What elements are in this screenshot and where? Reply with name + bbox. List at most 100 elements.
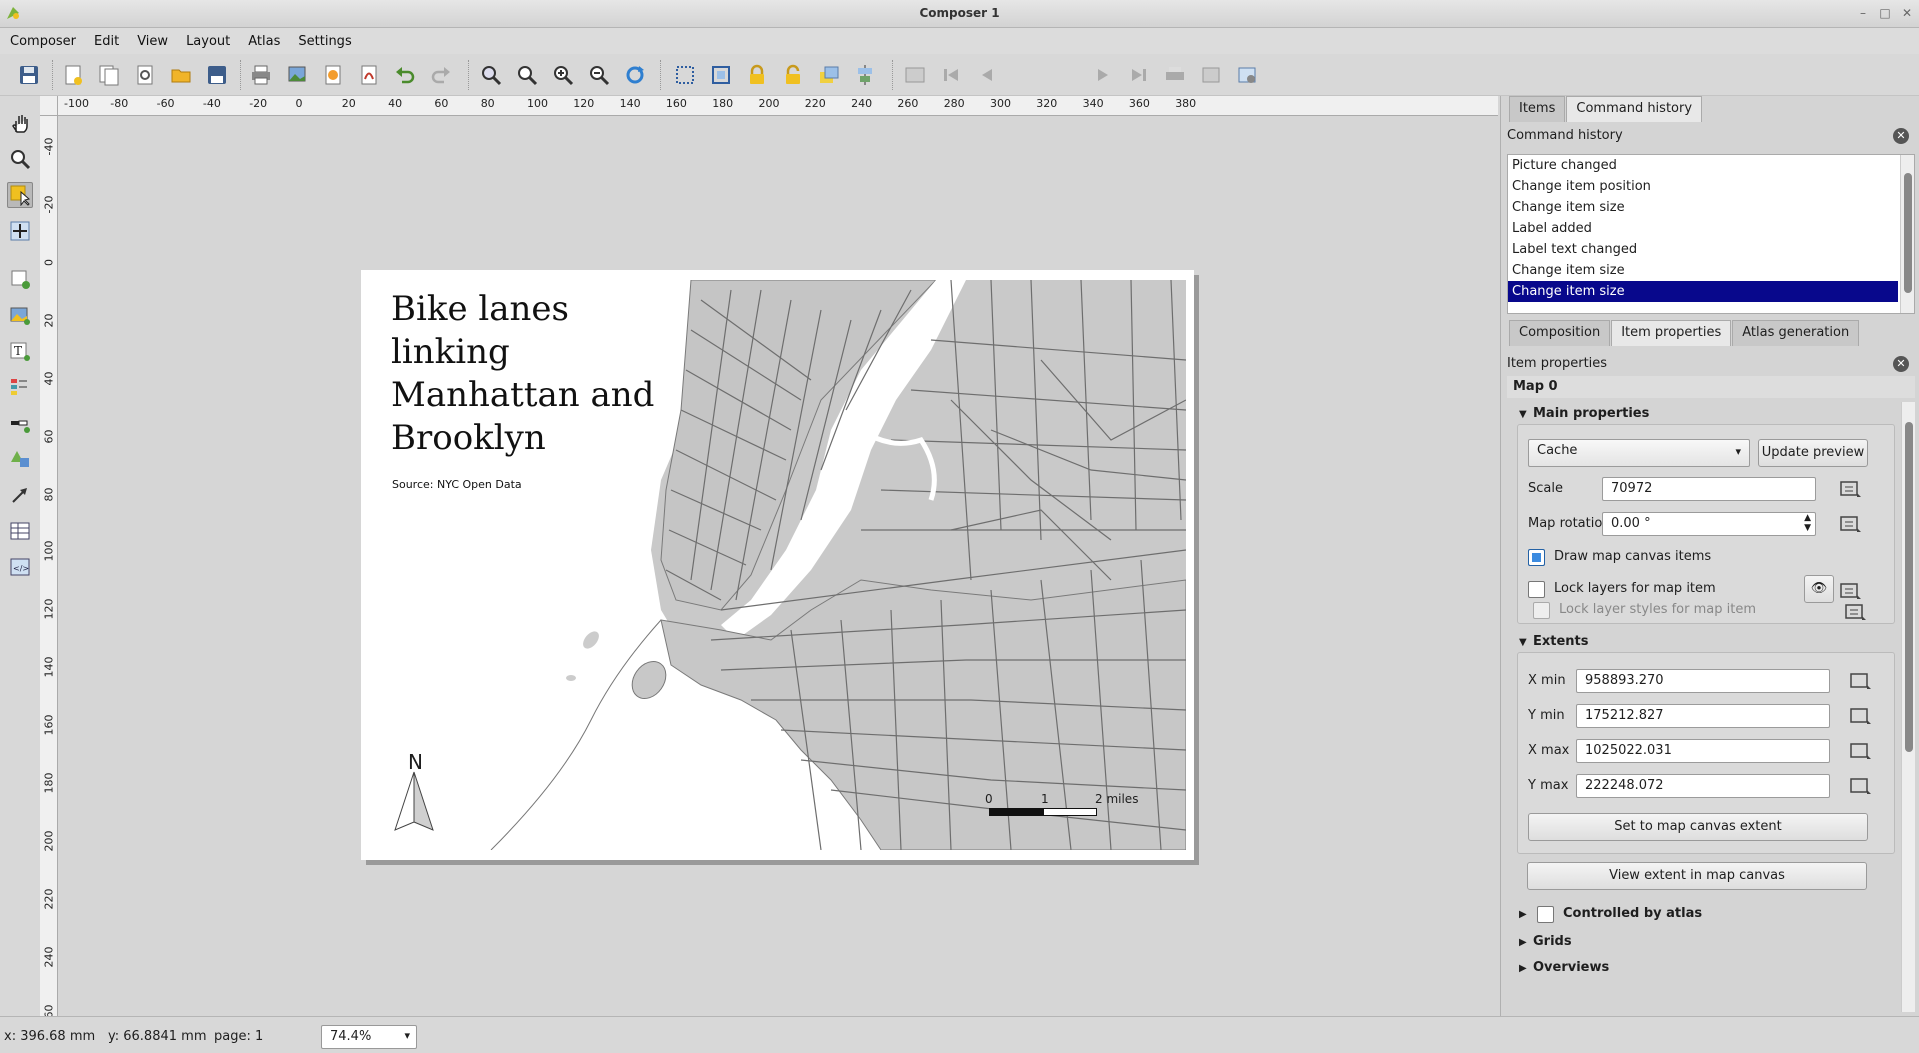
xmax-input[interactable]: 1025022.031 xyxy=(1576,739,1830,763)
add-scalebar-icon[interactable] xyxy=(7,410,33,436)
open-template-icon[interactable] xyxy=(168,62,194,88)
command-history-list[interactable]: Picture changed Change item position Chang… xyxy=(1507,154,1915,314)
minimize-icon[interactable]: – xyxy=(1855,6,1871,20)
scale-bar[interactable]: 0 1 2 miles xyxy=(985,792,1165,832)
view-extent-button[interactable]: View extent in map canvas xyxy=(1527,862,1867,890)
tab-command-history[interactable]: Command history xyxy=(1566,96,1703,122)
extents-header[interactable]: ▼ Extents xyxy=(1519,634,1589,649)
map-title[interactable]: Bike lanes linking Manhattan and Brookly… xyxy=(391,288,661,460)
save-icon[interactable] xyxy=(16,62,42,88)
add-html-icon[interactable]: </> xyxy=(7,554,33,580)
zoom-actual-icon[interactable] xyxy=(514,62,540,88)
add-table-icon[interactable] xyxy=(7,518,33,544)
data-defined-icon[interactable] xyxy=(1838,514,1862,534)
history-item[interactable]: Picture changed xyxy=(1508,155,1914,176)
data-defined-icon[interactable] xyxy=(1848,776,1872,796)
tab-items[interactable]: Items xyxy=(1509,96,1566,122)
eye-icon[interactable]: 👁 xyxy=(1804,575,1834,603)
zoom-tool-icon[interactable] xyxy=(7,146,33,172)
data-defined-icon[interactable] xyxy=(1848,671,1872,691)
grids-header[interactable]: ▶ Grids xyxy=(1519,934,1572,949)
history-item[interactable]: Label added xyxy=(1508,218,1914,239)
set-to-canvas-extent-button[interactable]: Set to map canvas extent xyxy=(1528,813,1868,841)
controlled-by-atlas-checkbox[interactable] xyxy=(1537,906,1554,923)
close-icon[interactable]: ✕ xyxy=(1893,128,1909,144)
save-template-icon[interactable] xyxy=(204,62,230,88)
composer-canvas[interactable]: Bike lanes linking Manhattan and Brookly… xyxy=(58,116,1498,1016)
preview-mode-select[interactable]: Cache ▾ xyxy=(1528,439,1750,467)
layout-page[interactable]: Bike lanes linking Manhattan and Brookly… xyxy=(361,270,1194,860)
spin-arrows-icon[interactable]: ▲ ▼ xyxy=(1804,513,1811,533)
add-map-icon[interactable] xyxy=(7,266,33,292)
horizontal-ruler[interactable]: -100 -80 -60 -40 -20 0 20 40 60 80 100 120 140 160 180… xyxy=(58,96,1498,116)
menu-view[interactable]: View xyxy=(131,34,174,49)
history-item[interactable]: Change item position xyxy=(1508,176,1914,197)
menu-composer[interactable]: Composer xyxy=(4,34,82,49)
align-icon[interactable] xyxy=(852,62,878,88)
north-arrow[interactable]: N xyxy=(391,750,451,845)
zoom-in-icon[interactable] xyxy=(550,62,576,88)
raise-icon[interactable] xyxy=(816,62,842,88)
maximize-icon[interactable]: □ xyxy=(1877,6,1893,20)
main-properties-header[interactable]: ▼ Main properties xyxy=(1519,406,1649,421)
data-defined-icon[interactable] xyxy=(1838,479,1862,499)
group-icon[interactable] xyxy=(708,62,734,88)
map-source-label[interactable]: Source: NYC Open Data xyxy=(392,478,522,491)
pan-icon[interactable] xyxy=(7,110,33,136)
menu-layout[interactable]: Layout xyxy=(180,34,236,49)
data-defined-icon[interactable] xyxy=(1848,706,1872,726)
history-item[interactable]: Change item size xyxy=(1508,260,1914,281)
atlas-settings-icon[interactable] xyxy=(1234,62,1260,88)
duplicate-composer-icon[interactable] xyxy=(96,62,122,88)
print-icon[interactable] xyxy=(248,62,274,88)
move-content-icon[interactable] xyxy=(7,218,33,244)
ymax-input[interactable]: 222248.072 xyxy=(1576,774,1830,798)
map-rotation-input[interactable]: 0.00 ° ▲ ▼ xyxy=(1602,512,1816,536)
lock-icon[interactable] xyxy=(744,62,770,88)
controlled-by-atlas-header[interactable]: ▶ xyxy=(1519,906,1533,921)
refresh-icon[interactable] xyxy=(622,62,648,88)
unlock-icon[interactable] xyxy=(780,62,806,88)
export-image-icon[interactable] xyxy=(284,62,310,88)
vertical-ruler[interactable]: -40 -20 0 20 40 60 80 100 120 140 160 180 200 220 240 2… xyxy=(40,116,58,1016)
history-item[interactable]: Change item size xyxy=(1508,281,1898,302)
add-arrow-icon[interactable] xyxy=(7,482,33,508)
add-legend-icon[interactable] xyxy=(7,374,33,400)
close-window-icon[interactable]: ✕ xyxy=(1899,6,1915,20)
lock-layers-checkbox[interactable] xyxy=(1528,581,1545,598)
xmin-input[interactable]: 958893.270 xyxy=(1576,669,1830,693)
add-image-icon[interactable] xyxy=(7,302,33,328)
export-svg-icon[interactable] xyxy=(320,62,346,88)
tab-composition[interactable]: Composition xyxy=(1509,320,1611,346)
history-scrollbar[interactable] xyxy=(1900,155,1914,313)
history-item[interactable]: Change item size xyxy=(1508,197,1914,218)
add-shape-icon[interactable] xyxy=(7,446,33,472)
scale-input[interactable]: 70972 xyxy=(1602,477,1816,501)
overviews-header[interactable]: ▶ Overviews xyxy=(1519,960,1609,975)
zoom-select[interactable]: 74.4% ▾ xyxy=(321,1025,417,1049)
composer-manager-icon[interactable] xyxy=(132,62,158,88)
menu-edit[interactable]: Edit xyxy=(88,34,125,49)
ruler-tick-label: 380 xyxy=(1175,97,1197,110)
draw-canvas-items-checkbox[interactable] xyxy=(1528,549,1545,566)
undo-icon[interactable] xyxy=(392,62,418,88)
menu-atlas[interactable]: Atlas xyxy=(242,34,286,49)
history-item[interactable]: Label text changed xyxy=(1508,239,1914,260)
data-defined-icon[interactable] xyxy=(1843,602,1867,622)
data-defined-icon[interactable] xyxy=(1838,581,1862,601)
zoom-full-icon[interactable] xyxy=(478,62,504,88)
properties-scrollbar[interactable] xyxy=(1901,402,1915,1012)
update-preview-button[interactable]: Update preview xyxy=(1758,439,1868,467)
tab-atlas-generation[interactable]: Atlas generation xyxy=(1732,320,1860,346)
tab-item-properties[interactable]: Item properties xyxy=(1611,320,1732,346)
data-defined-icon[interactable] xyxy=(1848,741,1872,761)
menu-settings[interactable]: Settings xyxy=(292,34,357,49)
add-label-icon[interactable]: T xyxy=(7,338,33,364)
close-icon[interactable]: ✕ xyxy=(1893,356,1909,372)
new-composer-icon[interactable] xyxy=(60,62,86,88)
zoom-out-icon[interactable] xyxy=(586,62,612,88)
select-move-icon[interactable] xyxy=(7,182,33,208)
select-all-icon[interactable] xyxy=(672,62,698,88)
export-pdf-icon[interactable] xyxy=(356,62,382,88)
ymin-input[interactable]: 175212.827 xyxy=(1576,704,1830,728)
